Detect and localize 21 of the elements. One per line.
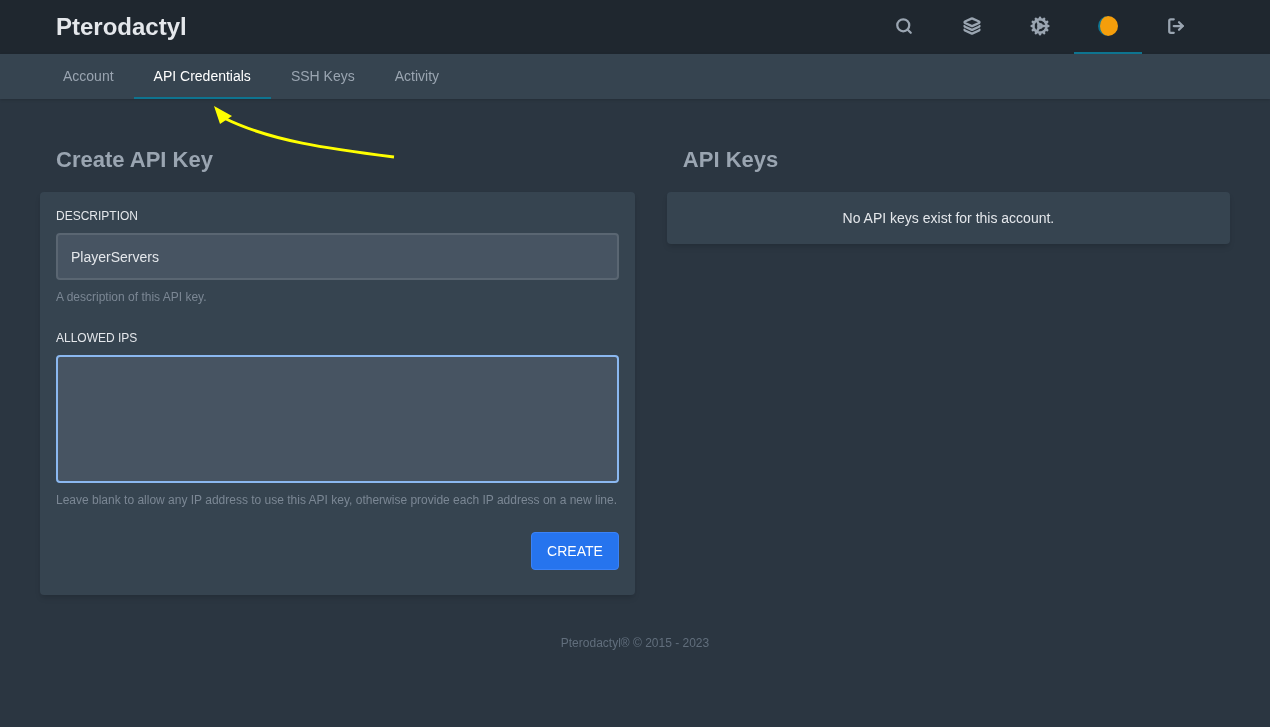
field-label: ALLOWED IPS — [56, 330, 139, 346]
field-hint: A description of this API key. — [56, 289, 208, 306]
tab[interactable]: SSH Keys — [270, 54, 375, 99]
logout-icon — [1167, 17, 1185, 35]
layers-icon — [963, 17, 981, 35]
tab[interactable]: Activity — [374, 54, 460, 99]
search-icon — [895, 17, 913, 35]
section-title: API Keys — [681, 146, 780, 174]
section-title: Create API Key — [55, 146, 214, 174]
tab[interactable]: Account — [43, 54, 134, 99]
tab[interactable]: API Credentials — [133, 54, 271, 99]
create-button[interactable]: CREATE — [531, 532, 619, 570]
text-area[interactable] — [56, 355, 619, 483]
empty-state-card: No API keys exist for this account. — [666, 192, 1230, 244]
field-label: DESCRIPTION — [56, 208, 139, 224]
brand-title: Pterodactyl — [56, 12, 187, 42]
field-hint: Leave blank to allow any IP address to use this API key, otherwise provide each IP address on a new line. — [56, 492, 618, 509]
avatar-icon — [1098, 16, 1118, 36]
settings-icon — [1030, 16, 1050, 36]
input-field[interactable]: PlayerServers — [56, 233, 619, 280]
footer-text: Pterodactyl® © 2015 - 2023 — [559, 635, 711, 651]
